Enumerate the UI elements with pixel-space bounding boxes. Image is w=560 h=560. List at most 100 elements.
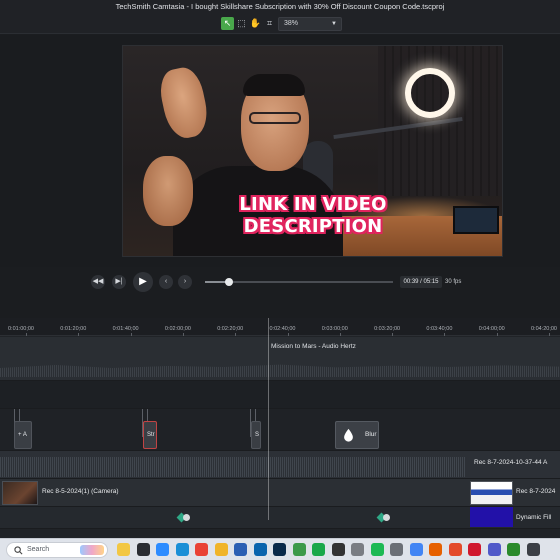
ring-light [405,68,455,118]
ruler-tick-label: 0:01:00;00 [8,326,34,332]
taskbar-search[interactable]: Search [6,542,108,558]
caption-line-1: LINK IN VIDEO [239,194,387,215]
notion-icon[interactable] [331,543,345,556]
firefox-icon[interactable] [429,543,442,556]
terminal-icon[interactable] [526,543,540,556]
effect-clip[interactable]: + A [14,421,32,449]
timeline-ruler[interactable]: 0:01:00;00 0:01:20;00 0:01:40;00 0:02:00;00… [0,318,560,336]
ruler-tick [549,333,550,336]
keyframe-dot[interactable] [183,514,190,521]
ruler-tick [235,333,237,336]
dynamic-clip-label: Dynamic Fill [516,514,552,521]
screen-thumbnail [470,481,513,505]
xbox-icon[interactable] [507,543,520,556]
audio-waveform [0,364,560,377]
ruler-tick-label: 0:03:20;00 [374,326,401,332]
opera-icon[interactable] [468,543,481,556]
chrome-icon[interactable] [195,543,208,556]
step-forward-icon[interactable]: ▶| [112,275,126,289]
camera-track[interactable]: Rec 8-5-2024(1) (Camera) Rec 8-7-2024 [0,479,560,507]
spotify-icon[interactable] [370,543,384,556]
search-icon [14,546,23,555]
blur-effect-clip[interactable]: Blur [335,421,379,449]
taskbar: Search [0,538,560,560]
ruler-tick-label: 0:03:40;00 [426,326,453,332]
fps-display: 30 fps [445,279,462,285]
crop-tool-icon[interactable]: ⌗ [263,17,276,30]
hand-tool-icon[interactable]: ✋ [249,17,262,30]
teams-icon[interactable] [487,543,501,556]
zoom-icon[interactable] [156,543,169,556]
store-icon[interactable] [136,543,150,556]
playback-scrubber[interactable] [205,278,393,286]
ruler-tick-label: 0:04:00;00 [478,326,505,332]
caption-line-2: DESCRIPTION [243,216,383,237]
video-preview[interactable]: LINK IN VIDEO DESCRIPTION [122,45,503,257]
search-placeholder: Search [27,546,50,553]
ruler-tick [496,333,498,336]
audio-track[interactable]: Mission to Mars - Audio Hertz [0,337,560,381]
ruler-tick-label: 0:02:00;00 [164,326,191,332]
droplet-icon [344,428,353,442]
rec-clip-label: Rec 8-7-2024 [516,488,556,495]
ruler-tick [130,333,132,336]
camera-clip-label: Rec 8-5-2024(1) (Camera) [42,488,119,495]
canvas[interactable]: LINK IN VIDEO DESCRIPTION [0,35,560,267]
audio-clip-label: Mission to Mars - Audio Hertz [271,343,356,350]
monitor [453,206,499,234]
keyframe-dot[interactable] [383,514,390,521]
video-caption: LINK IN VIDEO DESCRIPTION [228,194,398,238]
play-icon[interactable]: ▶ [133,272,153,292]
effect-clip[interactable]: S [251,421,261,449]
scrubber-handle[interactable] [225,278,234,286]
presenter-hand-left [143,156,193,226]
ruler-tick [78,333,80,336]
brave-icon[interactable] [448,543,462,556]
files-icon[interactable] [214,543,228,556]
ruler-tick-label: 0:03:00;00 [321,326,348,332]
ruler-tick [26,333,27,336]
recording-waveform [0,457,466,477]
word-icon[interactable] [234,543,247,556]
photoshop-icon[interactable] [273,543,286,556]
presenter-hair [243,74,305,96]
empty-track[interactable] [0,381,560,409]
timeline[interactable]: 0:01:00;00 0:01:20;00 0:01:40;00 0:02:00;00… [0,318,560,540]
presenter-glasses [249,112,301,124]
canvas-toolbar: ↖ ⬚ ✋ ⌗ 38% ▼ [0,14,560,34]
media-icon[interactable] [351,543,364,556]
evernote-icon[interactable] [312,543,325,556]
rec-clip-label: Rec 8-7-2024-10-37-44 A [474,459,548,466]
edge-icon[interactable] [175,543,189,556]
effect-clip[interactable]: Str [143,421,157,449]
ruler-tick [287,333,289,336]
pan-tool-icon[interactable]: ⬚ [235,17,248,30]
camtasia-icon[interactable] [292,543,306,556]
step-back-icon[interactable]: ◀◀ [91,275,105,289]
chrome-icon-2[interactable] [409,543,423,556]
ruler-tick-label: 0:02:20;00 [217,326,244,332]
chevron-down-icon: ▼ [331,21,337,27]
effects-track[interactable]: + A Str S Blur [0,409,560,451]
settings-icon[interactable] [390,543,403,556]
camtasia-window: TechSmith Camtasia - I bought Skillshare… [0,0,560,560]
ruler-tick-label: 0:01:40;00 [112,326,139,332]
mail-icon[interactable] [253,543,267,556]
previous-marker-icon[interactable]: ‹ [159,275,173,289]
time-display: 00:39 / 05:15 [400,276,442,288]
timeline-playhead[interactable] [268,318,269,520]
zoom-dropdown[interactable]: 38% ▼ [278,17,342,31]
window-title: TechSmith Camtasia - I bought Skillshare… [0,0,560,14]
next-marker-icon[interactable]: › [178,275,192,289]
ruler-tick [444,333,446,336]
ruler-tick [339,333,341,336]
file-explorer-icon[interactable] [117,543,130,556]
camera-thumbnail [2,481,38,505]
dynamic-track[interactable]: Dynamic Fill [0,507,560,529]
select-tool-icon[interactable]: ↖ [221,17,234,30]
ruler-tick-label: 0:02:40;00 [269,326,296,332]
ruler-tick-label: 0:04:20;00 [531,326,557,332]
ruler-tick [182,333,184,336]
recording-track-a[interactable]: Rec 8-7-2024-10-37-44 A [0,451,560,479]
blur-clip-label: Blur [365,431,377,438]
